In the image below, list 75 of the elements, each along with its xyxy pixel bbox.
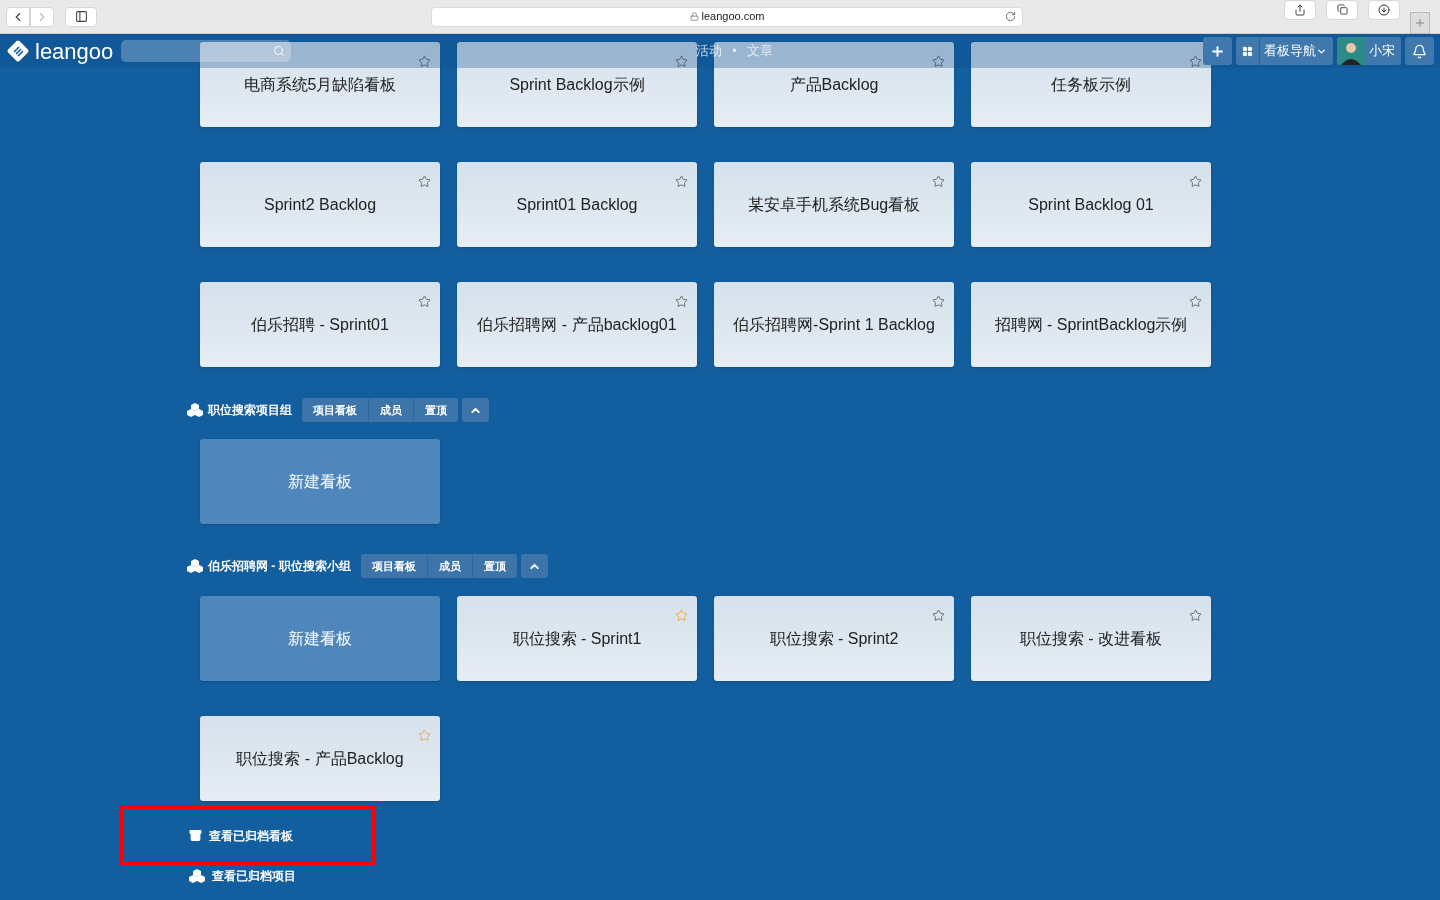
project-icon xyxy=(189,869,205,883)
board-card[interactable]: 职位搜索 - Sprint1 xyxy=(457,596,697,681)
grid-icon xyxy=(1242,45,1253,57)
star-icon[interactable] xyxy=(675,55,688,68)
download-button[interactable] xyxy=(1368,0,1400,20)
star-icon[interactable] xyxy=(932,609,945,622)
star-icon[interactable] xyxy=(1189,295,1202,308)
star-icon[interactable] xyxy=(675,609,688,622)
project-action-button[interactable]: 项目看板 xyxy=(302,398,368,422)
star-icon[interactable] xyxy=(1189,175,1202,188)
archive-link[interactable]: 查看已归档项目 xyxy=(189,867,296,885)
board-card[interactable]: 招聘网 - SprintBacklog示例 xyxy=(971,282,1211,367)
avatar xyxy=(1337,37,1365,65)
board-card[interactable]: 伯乐招聘 - Sprint01 xyxy=(200,282,440,367)
project-action-button[interactable]: 置顶 xyxy=(413,398,458,422)
download-icon xyxy=(1378,3,1390,16)
star-icon[interactable] xyxy=(418,295,431,308)
board-card[interactable]: Sprint01 Backlog xyxy=(457,162,697,247)
star-icon[interactable] xyxy=(1189,609,1202,622)
reload-icon[interactable] xyxy=(1005,11,1016,22)
star-icon[interactable] xyxy=(418,729,431,742)
star-icon[interactable] xyxy=(932,295,945,308)
star-icon[interactable] xyxy=(932,55,945,68)
plus-icon xyxy=(1414,16,1426,29)
search-icon xyxy=(273,45,286,57)
star-icon[interactable] xyxy=(675,295,688,308)
project-title: 职位搜索项目组 xyxy=(208,402,292,419)
tabs-button[interactable] xyxy=(1326,0,1358,20)
project-icon xyxy=(187,559,203,573)
project-title: 伯乐招聘网 - 职位搜索小组 xyxy=(208,558,351,575)
board-card[interactable]: 任务板示例 xyxy=(971,42,1211,127)
sidebar-icon xyxy=(74,10,88,23)
board-card[interactable]: Sprint Backlog 01 xyxy=(971,162,1211,247)
share-button[interactable] xyxy=(1284,0,1316,20)
logo-text: leangoo xyxy=(35,37,114,66)
board-card[interactable]: 伯乐招聘网-Sprint 1 Backlog xyxy=(714,282,954,367)
address-bar[interactable]: leangoo.com xyxy=(431,6,1023,27)
board-card[interactable]: 某安卓手机系统Bug看板 xyxy=(714,162,954,247)
bell-icon xyxy=(1412,43,1427,59)
user-button[interactable]: 小宋 xyxy=(1337,37,1401,65)
sidebar-button[interactable] xyxy=(65,6,97,27)
board-card[interactable]: 职位搜索 - 改进看板 xyxy=(971,596,1211,681)
star-icon[interactable] xyxy=(418,55,431,68)
lock-icon xyxy=(689,12,699,21)
new-board-card[interactable]: 新建看板 xyxy=(200,596,440,681)
project-action-button[interactable]: 成员 xyxy=(368,398,413,422)
board-card[interactable]: 伯乐招聘网 - 产品backlog01 xyxy=(457,282,697,367)
new-board-card[interactable]: 新建看板 xyxy=(200,439,440,524)
search-field[interactable] xyxy=(121,40,292,62)
project-action-button[interactable]: 成员 xyxy=(426,554,472,578)
plus-icon xyxy=(1210,43,1225,59)
project-icon xyxy=(187,403,203,417)
share-icon xyxy=(1294,3,1306,16)
board-nav-button[interactable]: 看板导航 xyxy=(1236,37,1333,65)
star-icon[interactable] xyxy=(932,175,945,188)
url-text: leangoo.com xyxy=(701,9,765,25)
notification-button[interactable] xyxy=(1405,37,1434,65)
back-button[interactable] xyxy=(6,6,30,27)
board-card[interactable]: 职位搜索 - 产品Backlog xyxy=(200,716,440,801)
star-icon[interactable] xyxy=(418,175,431,188)
collapse-button[interactable] xyxy=(520,554,548,578)
board-card[interactable]: Sprint2 Backlog xyxy=(200,162,440,247)
board-card[interactable]: Sprint Backlog示例 xyxy=(457,42,697,127)
new-tab-button[interactable] xyxy=(1410,11,1430,34)
star-icon[interactable] xyxy=(1189,55,1202,68)
collapse-button[interactable] xyxy=(462,398,489,422)
star-icon[interactable] xyxy=(675,175,688,188)
tabs-icon xyxy=(1336,4,1348,15)
project-action-button[interactable]: 项目看板 xyxy=(360,554,427,578)
add-button[interactable] xyxy=(1203,37,1232,65)
archive-icon xyxy=(189,829,202,842)
archive-link[interactable]: 查看已归档看板 xyxy=(189,826,293,845)
project-action-button[interactable]: 置顶 xyxy=(471,554,517,578)
board-card[interactable]: 职位搜索 - Sprint2 xyxy=(714,596,954,681)
board-card[interactable]: 电商系统5月缺陷看板 xyxy=(200,42,440,127)
